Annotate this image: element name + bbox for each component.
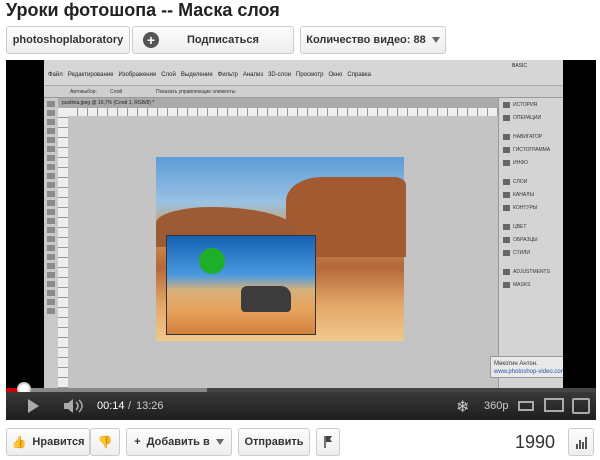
panel-item: MASKS: [499, 278, 563, 291]
share-label: Отправить: [244, 436, 304, 448]
brush-cursor: [199, 248, 225, 274]
channel-name: photoshoplaboratory: [12, 34, 124, 46]
plus-icon: +: [143, 32, 159, 48]
large-player-icon[interactable]: [544, 398, 564, 412]
document-window: pustinia.jpeg @ 16,7% (Слой 1, RGB/8) *: [58, 98, 498, 388]
subscribe-label: Подписаться: [187, 34, 259, 46]
video-player[interactable]: Файл Редактирование Изображение Слой Выд…: [6, 60, 596, 420]
menu-item: Окно: [328, 72, 343, 78]
document-tab: pustinia.jpeg @ 16,7% (Слой 1, RGB/8) *: [58, 98, 498, 108]
chevron-down-icon: [215, 439, 224, 445]
time-total: 13:26: [136, 400, 164, 412]
view-count: 1990: [515, 432, 556, 452]
like-button[interactable]: 👍 Нравится: [6, 428, 90, 456]
desert-photo: [156, 157, 406, 341]
transform-option: Показать управляющие элементы: [156, 89, 236, 95]
workspace-label: BASIC: [511, 63, 527, 69]
panel-item: КОНТУРЫ: [499, 201, 563, 214]
options-bar: Автовыбор: Слой Показать управляющие эле…: [44, 85, 563, 98]
app-menu-bar: Файл Редактирование Изображение Слой Выд…: [44, 60, 563, 85]
video-count-button[interactable]: Количество видео: 88: [300, 26, 446, 54]
video-count: Количество видео: 88: [306, 34, 426, 46]
menu-item: Редактирование: [67, 72, 114, 78]
menu-item: Просмотр: [296, 72, 324, 78]
plus-icon: +: [134, 436, 141, 448]
page-title: Уроки фотошопа -- Маска слоя: [6, 0, 280, 20]
vertical-ruler: [58, 108, 68, 388]
panel-item: ИНФО: [499, 156, 563, 169]
fullscreen-icon[interactable]: [572, 398, 590, 414]
subscribe-button[interactable]: + Подписаться: [132, 26, 294, 54]
time-separator: /: [128, 400, 132, 412]
menu-item: Изображение: [118, 72, 157, 78]
panel-item: ЦВЕТ: [499, 220, 563, 233]
car-layer: [166, 235, 316, 335]
watermark-site: www.photoshop-video.com: [494, 369, 563, 375]
panel-item: СЛОИ: [499, 175, 563, 188]
add-to-label: Добавить в: [146, 436, 210, 448]
video-frame[interactable]: Файл Редактирование Изображение Слой Выд…: [44, 60, 563, 388]
menu-item: Анализ: [242, 72, 264, 78]
horizontal-ruler: [68, 108, 498, 116]
layer-option: Слой: [110, 89, 123, 95]
panel-item: ОПЕРАЦИИ: [499, 111, 563, 124]
small-player-icon[interactable]: [518, 401, 534, 411]
menu-items: Файл Редактирование Изображение Слой Выд…: [44, 72, 371, 78]
car-image: [241, 286, 291, 312]
panel-item: ADJUSTMENTS: [499, 265, 563, 278]
panel-item: СТИЛИ: [499, 246, 563, 259]
panel-item: ОБРАЗЦЫ: [499, 233, 563, 246]
channel-button[interactable]: photoshoplaboratory: [6, 26, 130, 54]
quality-button[interactable]: 360p: [484, 400, 508, 412]
menu-item: Файл: [48, 72, 63, 78]
watermark-author: Мекотин Антон.: [494, 361, 538, 367]
dislike-button[interactable]: 👎: [90, 428, 120, 456]
menu-item: Фильтр: [217, 72, 238, 78]
like-label: Нравится: [32, 436, 85, 448]
panel-item: ГИСТОГРАММА: [499, 143, 563, 156]
menu-item: 3D-слои: [268, 72, 292, 78]
time-current: 00:14: [97, 400, 125, 412]
flag-button[interactable]: [316, 428, 340, 456]
chevron-down-icon: [431, 37, 440, 43]
panel-item: ИСТОРИЯ: [499, 98, 563, 111]
menu-item: Выделение: [180, 72, 213, 78]
autoselect-label: Автовыбор:: [70, 89, 97, 95]
side-panels: ИСТОРИЯ ОПЕРАЦИИ НАВИГАТОР ГИСТОГРАММА И…: [498, 98, 563, 388]
share-button[interactable]: Отправить: [238, 428, 310, 456]
panel-item: КАНАЛЫ: [499, 188, 563, 201]
flag-icon: [323, 436, 332, 448]
menu-item: Справка: [347, 72, 371, 78]
tools-panel: [44, 98, 58, 388]
add-to-button[interactable]: + Добавить в: [126, 428, 232, 456]
panel-item: НАВИГАТОР: [499, 130, 563, 143]
thumbs-up-icon: 👍: [11, 435, 27, 449]
menu-item: Слой: [161, 72, 176, 78]
volume-icon[interactable]: [64, 399, 86, 413]
watermark: Мекотин Антон. www.photoshop-video.com: [490, 356, 563, 378]
snowflake-icon[interactable]: ❄: [456, 397, 469, 417]
player-controls: 00:14 / 13:26 ❄ 360p: [6, 392, 596, 420]
bar-chart-icon: [576, 437, 588, 449]
stats-button[interactable]: [568, 428, 594, 456]
thumbs-down-icon: 👎: [97, 435, 113, 449]
play-icon[interactable]: [26, 399, 40, 413]
